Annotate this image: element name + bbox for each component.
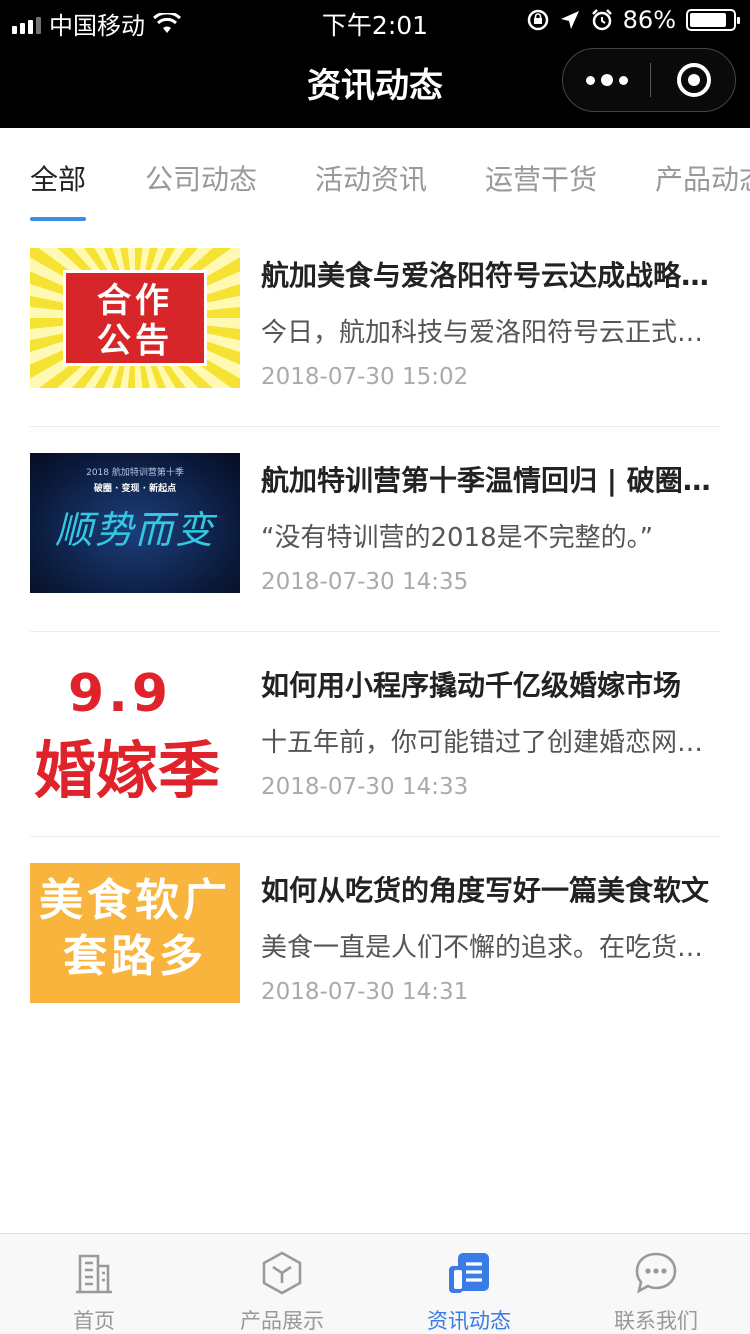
chat-icon <box>635 1252 677 1294</box>
tab-label: 运营干货 <box>485 163 598 196</box>
list-item[interactable]: 美食软广 套路多 如何从吃货的角度写好一篇美食软文 美食一直是人们不懈的追求。在吃… <box>30 837 720 1042</box>
tabbar-label: 资讯动态 <box>427 1309 511 1333</box>
article-date: 2018-07-30 15:02 <box>261 364 469 390</box>
more-dot-icon <box>619 75 628 85</box>
article-summary: “没有特训营的2018是不完整的。” <box>261 523 654 553</box>
box-icon <box>262 1251 302 1295</box>
article-title: 如何从吃货的角度写好一篇美食软文 <box>261 874 710 907</box>
tab-company-news[interactable]: 公司动态 <box>145 158 257 224</box>
article-summary: 美食一直是人们不懈的追求。在吃货眼中 <box>261 933 720 963</box>
category-tabs: 全部 公司动态 活动资讯 运营干货 产品动态 <box>0 128 750 224</box>
article-thumbnail: 美食软广 套路多 <box>30 863 240 1003</box>
nav-bar: 资讯动态 <box>0 40 750 128</box>
article-title: 航加美食与爱洛阳符号云达成战略合作 <box>261 259 720 292</box>
battery-fill <box>690 13 727 27</box>
tab-label: 公司动态 <box>145 163 258 196</box>
thumbnail-subcaption: 破圈 · 变现 · 新起点 <box>93 484 177 494</box>
article-date: 2018-07-30 14:31 <box>261 979 469 1005</box>
more-dot-icon <box>601 74 613 86</box>
news-icon <box>449 1253 489 1293</box>
thumbnail-caption: 2018 航加特训营第十季 <box>86 468 184 478</box>
more-button[interactable] <box>563 49 651 111</box>
list-item[interactable]: 2018 航加特训营第十季 破圈 · 变现 · 新起点 顺势而变 航加特训营第十… <box>30 427 720 632</box>
location-icon <box>560 11 579 29</box>
tabbar-item-home[interactable]: 首页 <box>0 1234 188 1334</box>
bottom-tab-bar: 首页 产品展示 资讯动态 联系我们 <box>0 1233 750 1334</box>
battery-icon <box>686 9 740 31</box>
tabbar-item-products[interactable]: 产品展示 <box>188 1234 376 1334</box>
building-icon <box>76 1254 112 1294</box>
tab-product-news[interactable]: 产品动态 <box>655 158 750 224</box>
target-icon <box>677 63 711 97</box>
mini-program-capsule <box>562 48 736 112</box>
tab-activity-news[interactable]: 活动资讯 <box>315 158 427 224</box>
tab-all[interactable]: 全部 <box>30 158 87 224</box>
article-date: 2018-07-30 14:33 <box>261 774 469 800</box>
thumbnail-subheadline: 婚嫁季 <box>34 734 221 798</box>
list-item[interactable]: 9.9 婚嫁季 如何用小程序撬动千亿级婚嫁市场 十五年前，你可能错过了创建婚恋网… <box>30 632 720 837</box>
battery-percent: 86% <box>622 6 676 34</box>
article-thumbnail: 9.9 婚嫁季 <box>30 658 240 798</box>
tabbar-item-contact[interactable]: 联系我们 <box>562 1234 750 1334</box>
article-thumbnail: 2018 航加特训营第十季 破圈 · 变现 · 新起点 顺势而变 <box>30 453 240 593</box>
tabbar-label: 联系我们 <box>614 1309 698 1333</box>
article-summary: 今日，航加科技与爱洛阳符号云正式达成合作 <box>261 318 720 348</box>
tabbar-item-news[interactable]: 资讯动态 <box>375 1234 563 1334</box>
article-summary: 十五年前，你可能错过了创建婚恋网站的机会 <box>261 728 720 758</box>
thumbnail-badge: 合作 公告 <box>63 270 207 366</box>
article-title: 航加特训营第十季温情回归 | 破圈·变现·新起点 <box>261 464 720 497</box>
tabbar-label: 首页 <box>73 1309 115 1333</box>
status-right: 86% <box>527 6 740 34</box>
article-title: 如何用小程序撬动千亿级婚嫁市场 <box>261 669 682 702</box>
status-bar: 中国移动 下午2:01 86% <box>0 0 750 40</box>
rotation-lock-icon <box>527 9 548 31</box>
alarm-icon <box>591 9 612 31</box>
thumbnail-text: 合作 公告 <box>97 281 173 361</box>
thumbnail-headline: 9.9 <box>68 664 173 724</box>
article-date: 2018-07-30 14:35 <box>261 569 469 595</box>
list-item[interactable]: 合作 公告 航加美食与爱洛阳符号云达成战略合作 今日，航加科技与爱洛阳符号云正式达… <box>30 222 720 427</box>
article-thumbnail: 合作 公告 <box>30 248 240 388</box>
tab-operations[interactable]: 运营干货 <box>485 158 597 224</box>
tab-label: 产品动态 <box>655 163 750 196</box>
tab-label: 活动资讯 <box>315 163 428 196</box>
close-mini-program-button[interactable] <box>651 49 737 111</box>
more-dot-icon <box>586 75 595 85</box>
tabbar-label: 产品展示 <box>240 1309 324 1333</box>
tab-label: 全部 <box>30 163 87 196</box>
thumbnail-text: 美食软广 套路多 <box>39 875 231 982</box>
thumbnail-headline: 顺势而变 <box>54 508 215 552</box>
